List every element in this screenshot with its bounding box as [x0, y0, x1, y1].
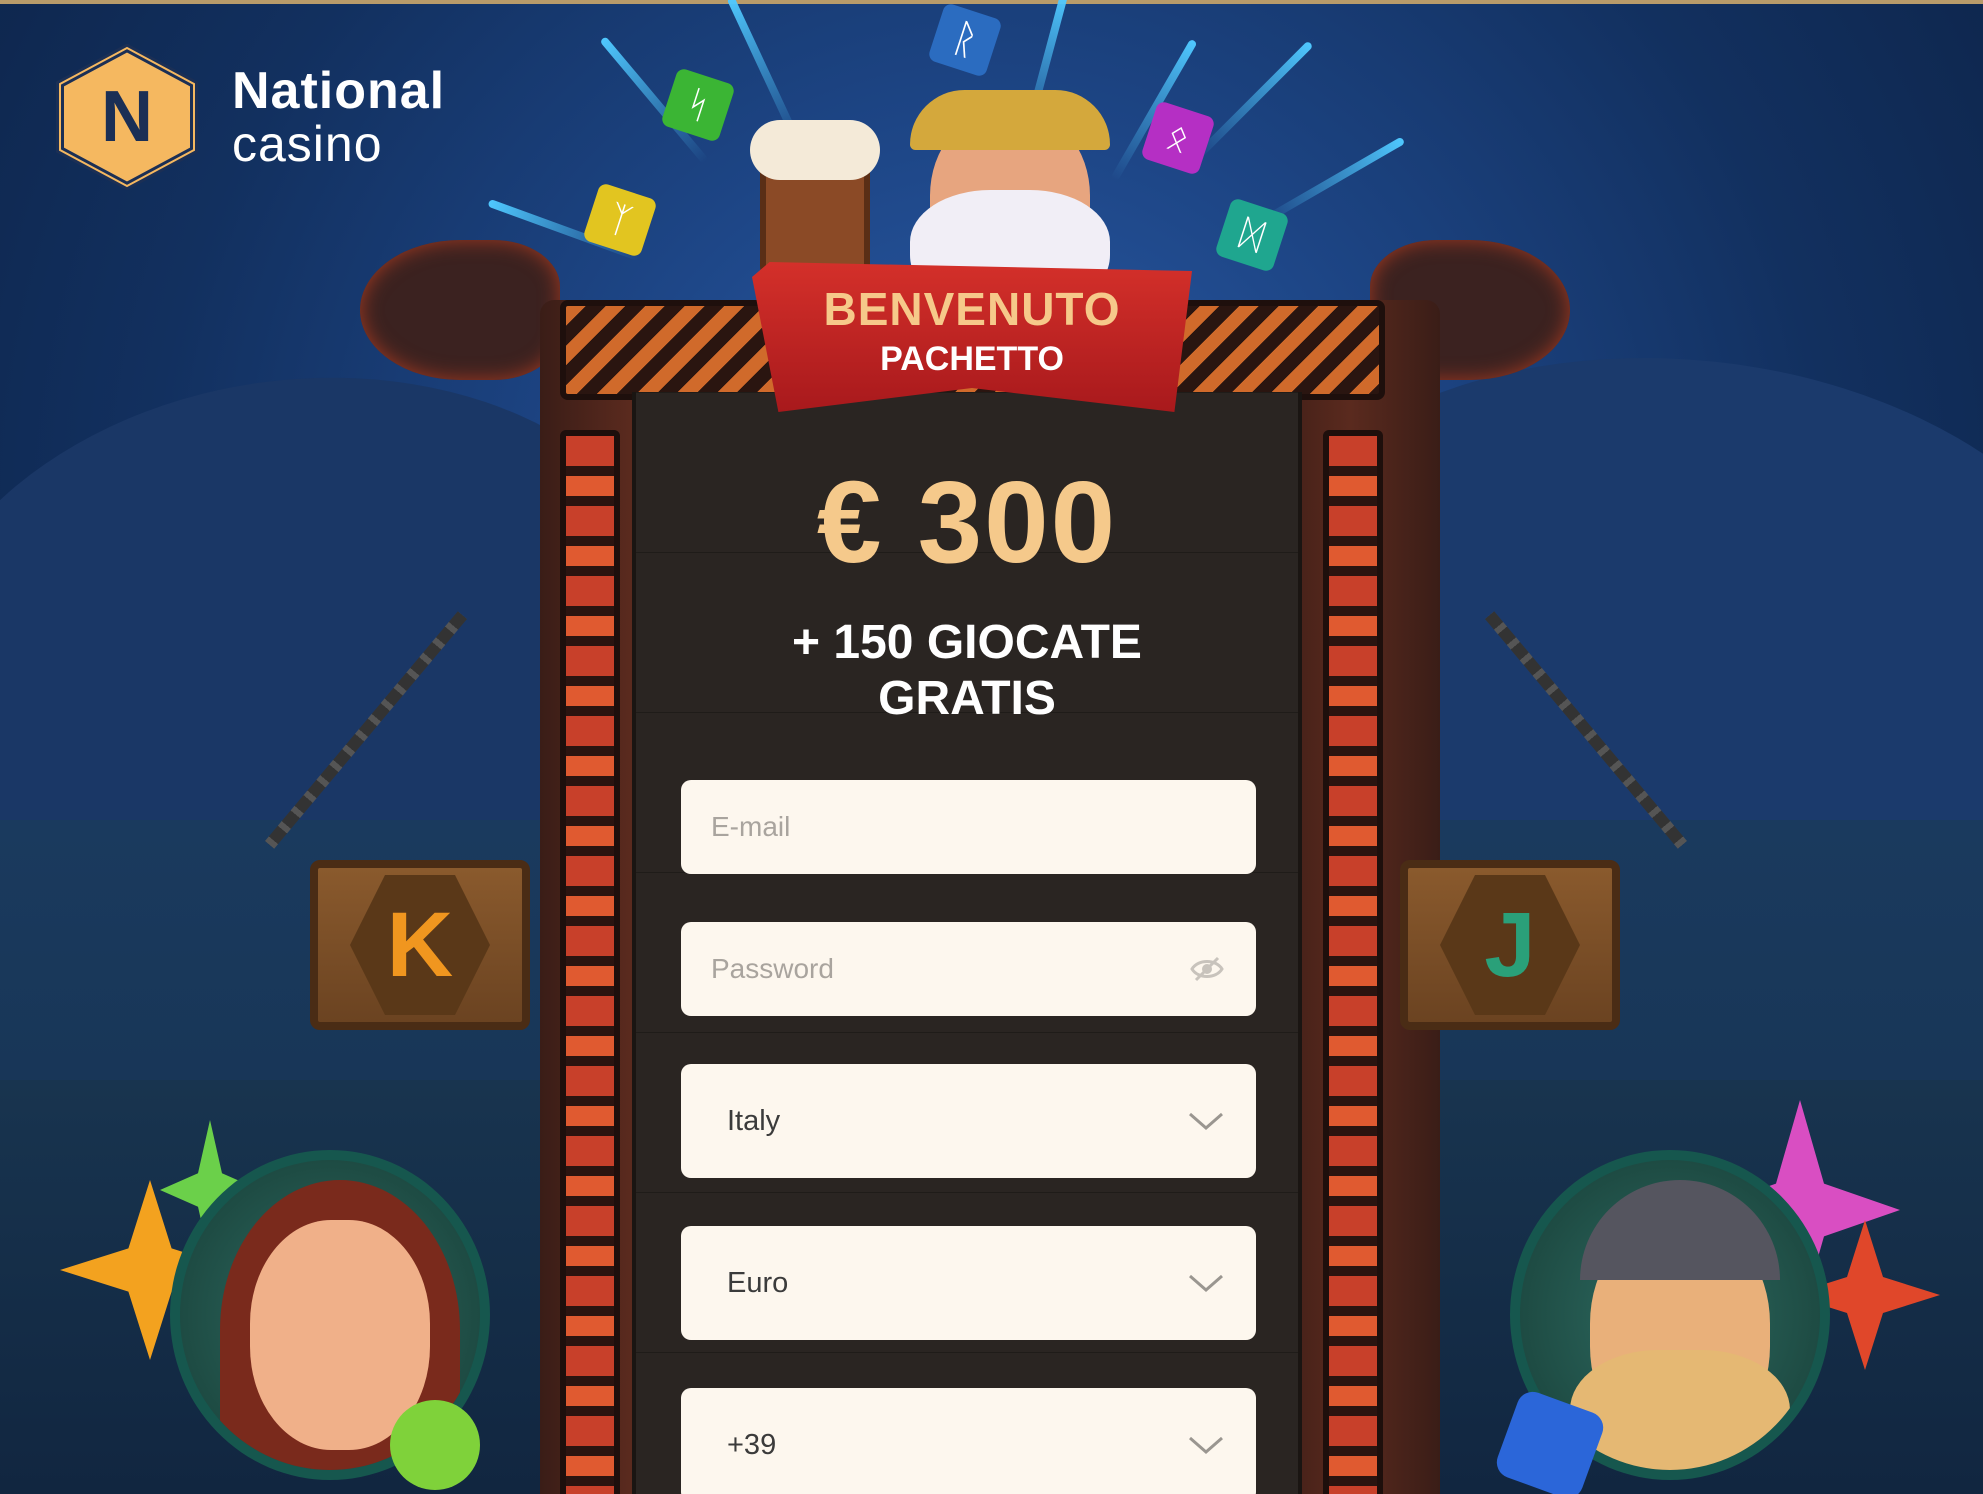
- top-border: [0, 0, 1983, 4]
- background-scene: ᚱ ᛋ ᛉ ᛟ ᛞ K J BENVENUTO PACHETTO € 300 +…: [0, 0, 1983, 1494]
- light-beam: [1194, 40, 1314, 160]
- email-input[interactable]: [711, 811, 1226, 843]
- logo-line2: casino: [232, 116, 383, 172]
- logo-hexagon-icon: N: [52, 43, 202, 191]
- national-casino-logo[interactable]: N National casino: [52, 43, 445, 191]
- rune-gem-blue: ᚱ: [927, 2, 1003, 78]
- eye-slash-icon[interactable]: [1189, 949, 1226, 989]
- ribbon-title: BENVENUTO: [823, 282, 1121, 335]
- rune-glyph: ᛞ: [1235, 211, 1269, 258]
- sign-letter: J: [1484, 893, 1536, 996]
- email-field[interactable]: [681, 780, 1256, 874]
- rune-glyph: ᛉ: [603, 196, 637, 243]
- chevron-down-icon: [1186, 1109, 1226, 1133]
- sign-k: K: [310, 860, 530, 1030]
- country-select[interactable]: Italy: [681, 1064, 1256, 1178]
- portrait-helmet: [1580, 1180, 1780, 1280]
- sign-j: J: [1400, 860, 1620, 1030]
- currency-value: Euro: [727, 1266, 789, 1299]
- green-gem-icon: [390, 1400, 480, 1490]
- chevron-down-icon: [1186, 1433, 1226, 1457]
- hex-badge: J: [1440, 875, 1580, 1015]
- hex-badge: K: [350, 875, 490, 1015]
- country-value: Italy: [727, 1104, 781, 1137]
- dragon-head-left: [360, 240, 560, 380]
- viking-helmet: [910, 90, 1110, 150]
- phone-prefix-value: +39: [727, 1428, 777, 1461]
- portrait-beard: [1570, 1350, 1790, 1470]
- bonus-amount: € 300: [816, 457, 1118, 587]
- frame-pillar-left: [560, 430, 620, 1494]
- currency-select[interactable]: Euro: [681, 1226, 1256, 1340]
- rune-gem-yellow: ᛉ: [582, 182, 658, 258]
- light-beam: [1262, 136, 1406, 224]
- free-spins-text: + 150 GIOCATE GRATIS: [632, 615, 1302, 727]
- frame-pillar-right: [1323, 430, 1383, 1494]
- sign-letter: K: [386, 893, 454, 996]
- rune-glyph: ᛟ: [1161, 114, 1195, 161]
- logo-letter: N: [101, 77, 153, 157]
- phone-prefix-select[interactable]: +39: [681, 1388, 1256, 1494]
- beer-foam: [750, 120, 880, 180]
- free-spins-line1: + 150 GIOCATE: [792, 616, 1142, 669]
- logo-line1: National: [232, 62, 446, 120]
- password-field[interactable]: [681, 922, 1256, 1016]
- logo-wordmark: National casino: [232, 65, 445, 169]
- free-spins-line2: GRATIS: [878, 672, 1056, 725]
- chevron-down-icon: [1186, 1271, 1226, 1295]
- password-input[interactable]: [711, 953, 1189, 985]
- ribbon-subtitle: PACHETTO: [880, 339, 1064, 378]
- rune-glyph: ᛋ: [681, 81, 715, 128]
- rune-glyph: ᚱ: [946, 14, 984, 65]
- rune-gem-green: ᛋ: [660, 67, 736, 143]
